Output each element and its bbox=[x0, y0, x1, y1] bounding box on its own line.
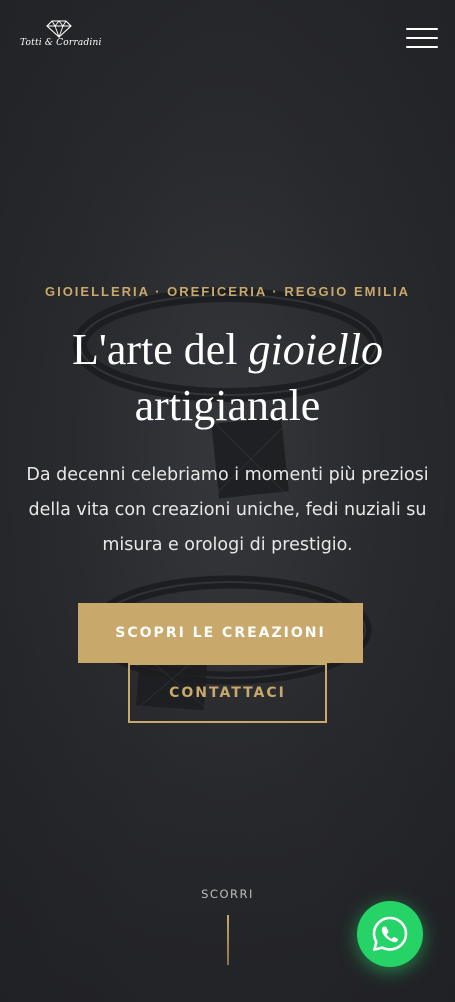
scroll-indicator-line bbox=[227, 915, 229, 965]
hero-subtitle: Da decenni celebriamo i momenti più prez… bbox=[26, 465, 429, 555]
menu-bar bbox=[406, 37, 438, 39]
headline-italic: gioiello bbox=[248, 325, 383, 374]
menu-bar bbox=[406, 46, 438, 48]
diamond-icon bbox=[46, 20, 72, 38]
contact-button[interactable]: CONTATTACI bbox=[128, 663, 327, 723]
whatsapp-button[interactable] bbox=[357, 901, 423, 967]
hamburger-menu-icon[interactable] bbox=[404, 26, 440, 52]
brand-name: Totti & Corradini bbox=[20, 38, 102, 48]
page: Totti & Corradini GIOIELLERIA · OREFICER… bbox=[0, 0, 455, 1002]
headline-part1: L'arte del bbox=[72, 325, 238, 374]
hero-headline: L'arte del gioiello artigianale bbox=[0, 322, 455, 434]
hero-eyebrow: GIOIELLERIA · OREFICERIA · REGGIO EMILIA bbox=[44, 284, 411, 299]
headline-part2: artigianale bbox=[134, 381, 321, 430]
site-header: Totti & Corradini bbox=[0, 0, 455, 80]
discover-creations-button[interactable]: SCOPRI LE CREAZIONI bbox=[78, 603, 363, 663]
menu-bar bbox=[406, 28, 438, 30]
whatsapp-icon bbox=[372, 916, 408, 951]
scroll-label: SCORRI bbox=[201, 887, 254, 901]
brand-logo[interactable]: Totti & Corradini bbox=[20, 20, 102, 56]
